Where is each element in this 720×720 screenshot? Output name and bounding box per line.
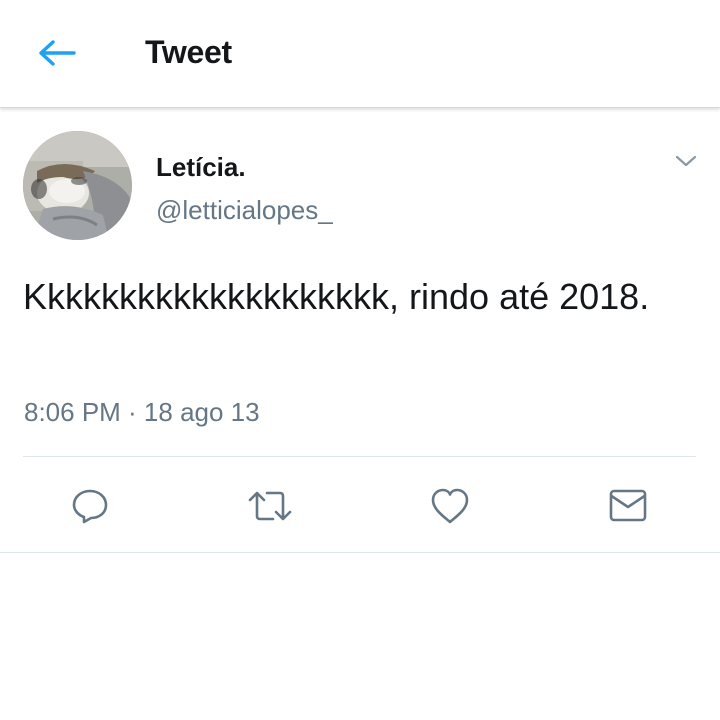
heart-icon — [431, 488, 469, 524]
section-divider — [0, 552, 720, 553]
retweet-button[interactable] — [246, 484, 294, 528]
display-name[interactable]: Letícia. — [156, 150, 246, 184]
profile-photo-image — [23, 131, 132, 240]
envelope-icon — [609, 489, 647, 522]
share-via-dm-button[interactable] — [604, 484, 652, 528]
divider — [23, 456, 696, 457]
arrow-left-icon — [39, 40, 76, 66]
reply-icon — [72, 489, 108, 524]
back-button[interactable] — [30, 30, 82, 76]
tweet-timestamp: 8:06 PM · 18 ago 13 — [24, 397, 260, 427]
page-title: Tweet — [145, 34, 232, 70]
like-button[interactable] — [426, 484, 474, 528]
reply-button[interactable] — [66, 484, 114, 528]
tweet-detail-screen: Tweet Letícia. @letticialopes_ Kkkkkkkkk… — [0, 0, 720, 720]
username-handle[interactable]: @letticialopes_ — [156, 193, 333, 227]
avatar[interactable] — [23, 131, 132, 240]
retweet-icon — [248, 491, 292, 521]
top-app-bar: Tweet — [0, 0, 720, 108]
tweet-text: Kkkkkkkkkkkkkkkkkkkk, rindo até 2018. — [23, 276, 650, 317]
chevron-down-icon — [675, 155, 697, 167]
tweet-menu-button[interactable] — [668, 146, 704, 176]
